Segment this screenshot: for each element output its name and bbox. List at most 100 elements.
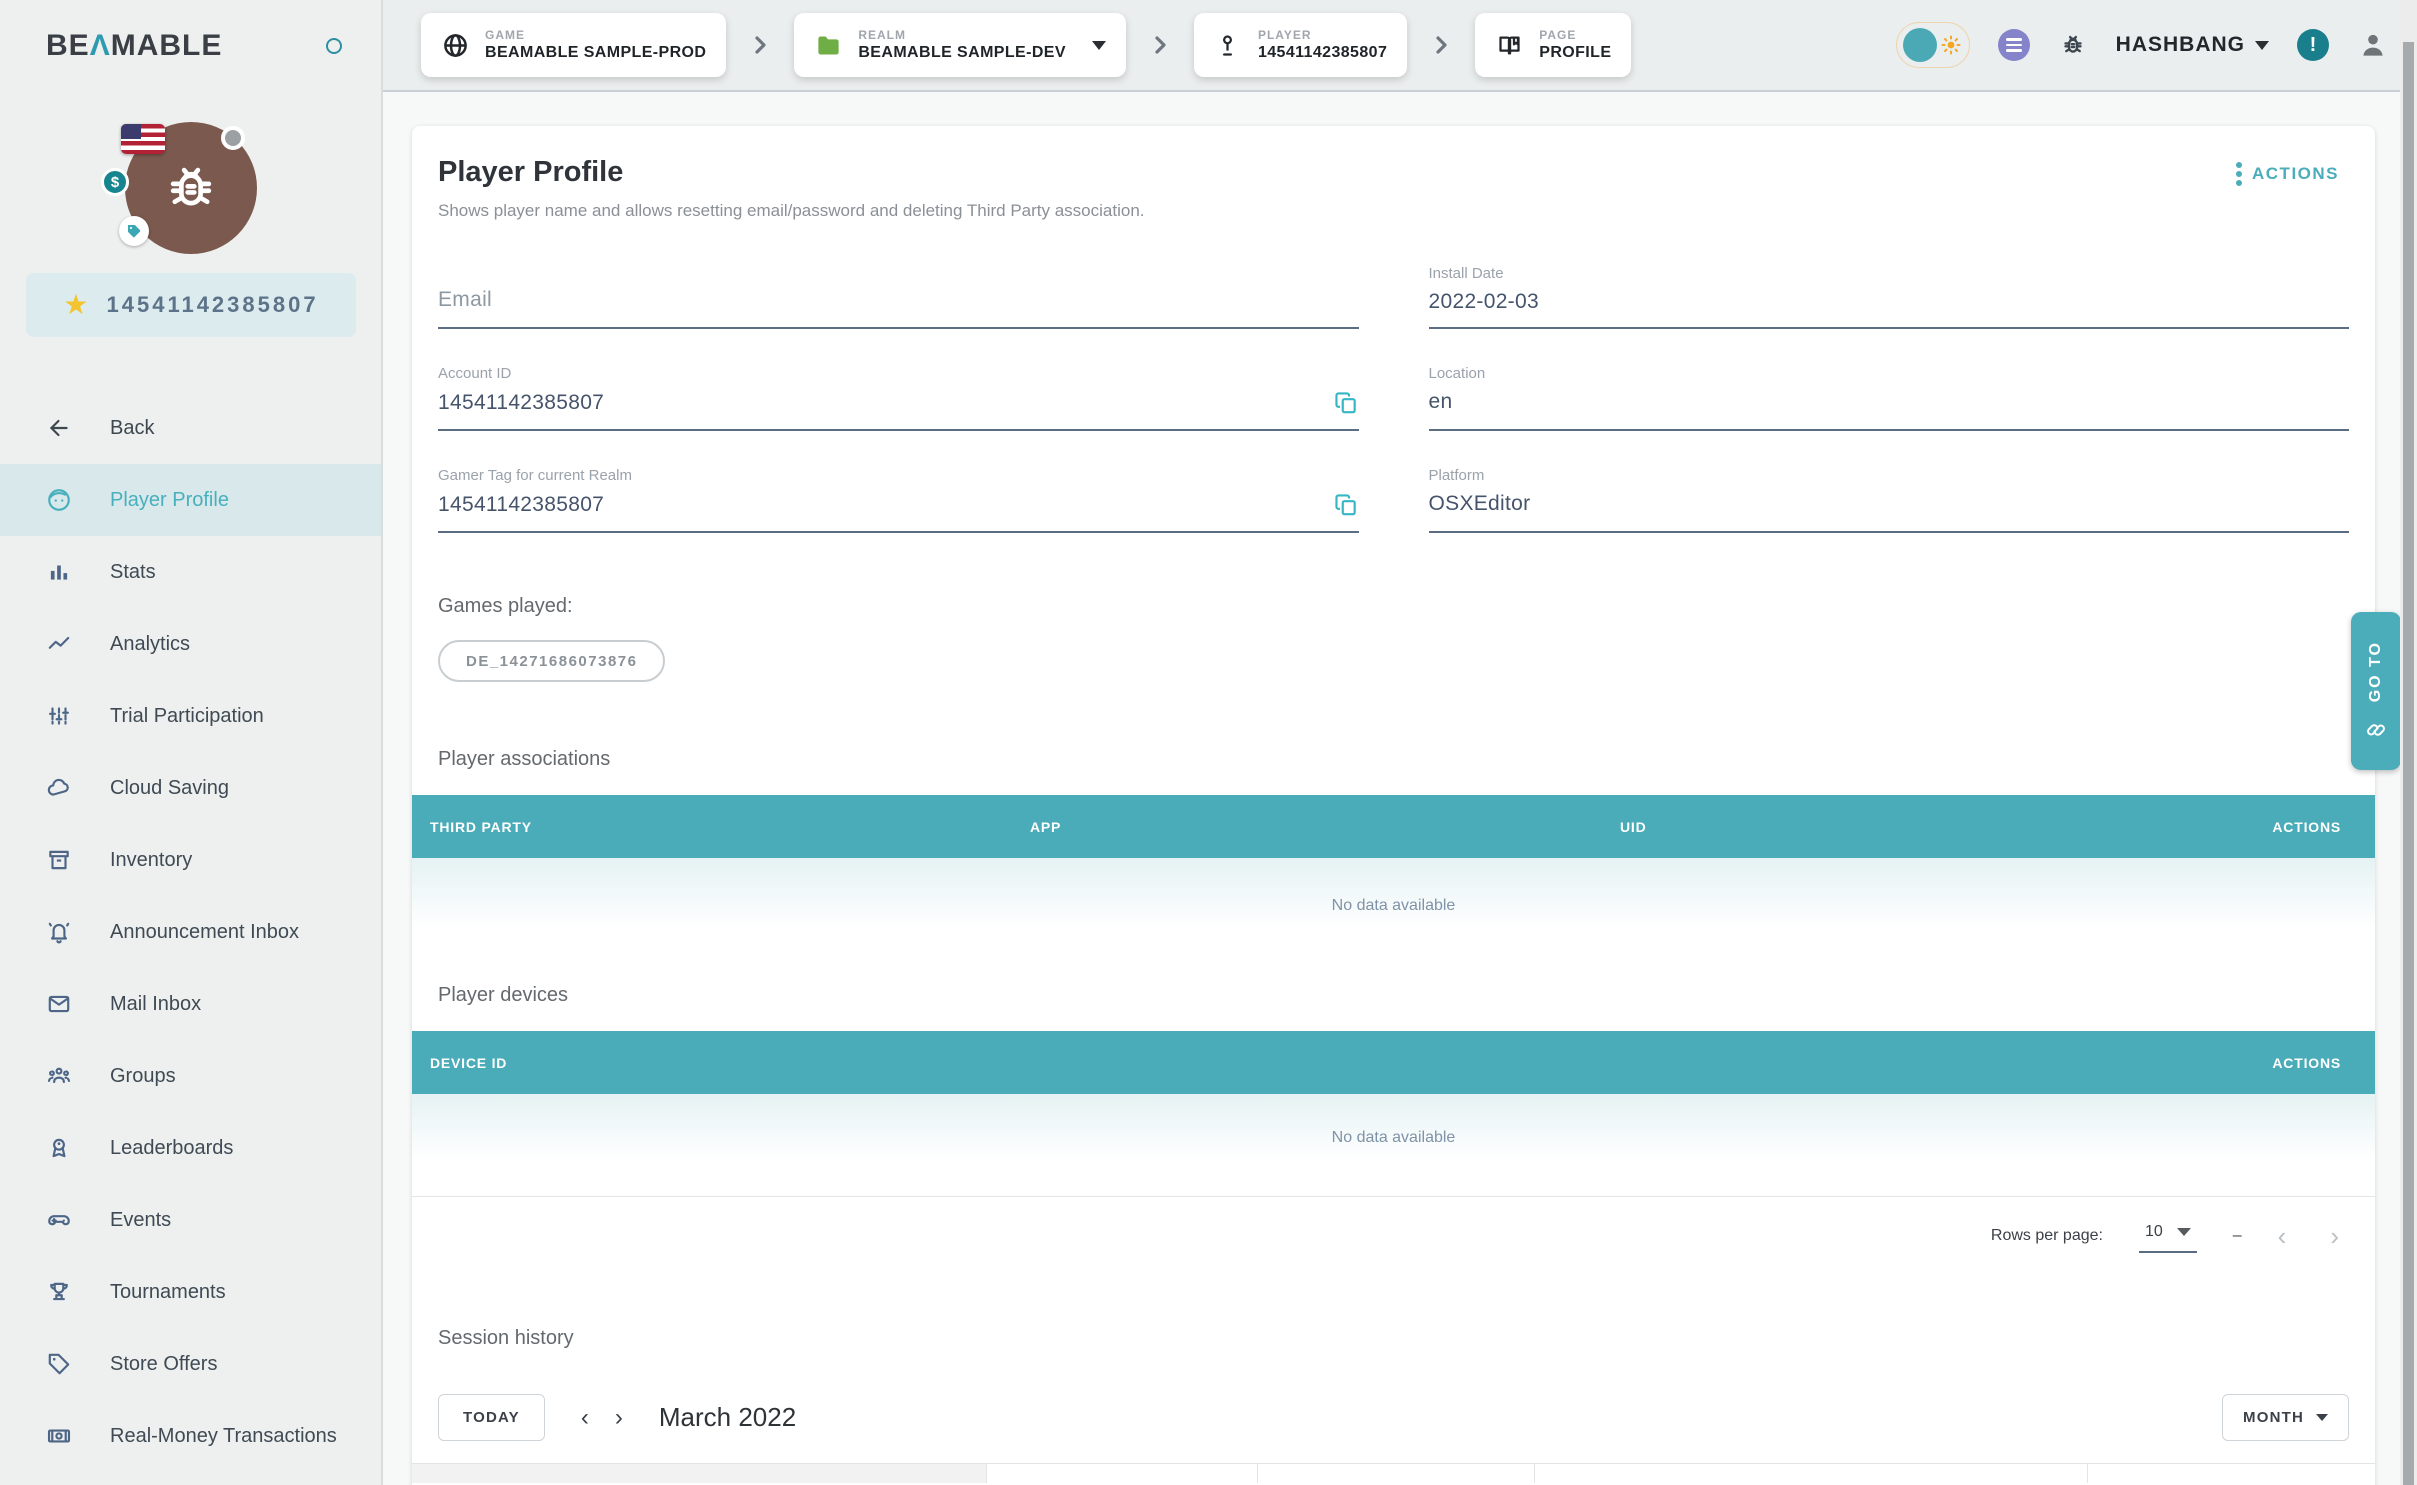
breadcrumb-player-chip[interactable]: PLAYER14541142385807	[1194, 13, 1407, 77]
sidebar-item-back[interactable]: Back	[0, 392, 381, 464]
sidebar-item-cloud-saving[interactable]: Cloud Saving	[0, 752, 381, 824]
calendar-prev-icon[interactable]: ‹	[581, 1404, 589, 1432]
account-id-field: Account ID 14541142385807	[438, 365, 1359, 431]
session-history-title: Session history	[438, 1327, 2349, 1350]
player-devices-title: Player devices	[438, 984, 2349, 1007]
page-title: Player Profile	[438, 156, 1145, 189]
previous-page-icon[interactable]: ‹	[2278, 1221, 2287, 1252]
sidebar-item-analytics[interactable]: Analytics	[0, 608, 381, 680]
sidebar-item-groups[interactable]: Groups	[0, 1040, 381, 1112]
bug-avatar-icon	[158, 155, 224, 221]
game-chip[interactable]: DE_14271686073876	[438, 640, 665, 682]
sidebar-item-label: Announcement Inbox	[110, 921, 299, 944]
sidebar-item-leaderboards[interactable]: Leaderboards	[0, 1112, 381, 1184]
sidebar-item-label: Stats	[110, 561, 156, 584]
player-id-badge[interactable]: ★ 14541142385807	[26, 273, 356, 337]
status-ring-icon	[326, 38, 342, 54]
player-associations-title: Player associations	[438, 748, 2349, 771]
location-field: Location en	[1429, 365, 2350, 431]
org-selector[interactable]: HASHBANG	[2116, 33, 2269, 57]
rows-per-page-label: Rows per page:	[1991, 1227, 2103, 1245]
actions-button[interactable]: ACTIONS	[2226, 156, 2349, 192]
calendar-grid-top	[412, 1463, 2375, 1483]
org-name: HASHBANG	[2116, 33, 2245, 57]
folder-icon	[814, 31, 842, 59]
today-button[interactable]: TODAY	[438, 1394, 545, 1441]
banknote-icon	[46, 1423, 72, 1449]
theme-toggle[interactable]	[1896, 22, 1970, 68]
calendar-view-select[interactable]: MONTH	[2222, 1394, 2349, 1441]
us-flag-badge	[121, 124, 165, 154]
breadcrumb: GAMEBEAMABLE SAMPLE-PROD REALMBEAMABLE S…	[421, 13, 1631, 77]
top-bar: GAMEBEAMABLE SAMPLE-PROD REALMBEAMABLE S…	[383, 0, 2417, 92]
person-icon	[1214, 31, 1242, 59]
sidebar-item-stats[interactable]: Stats	[0, 536, 381, 608]
bug-report-icon[interactable]	[2058, 30, 2088, 60]
sidebar-item-events[interactable]: Events	[0, 1184, 381, 1256]
crumb-value: BEAMABLE SAMPLE-DEV	[858, 44, 1066, 62]
calendar-cell	[2088, 1464, 2375, 1483]
bell-icon	[46, 919, 72, 945]
sidebar-item-store-offers[interactable]: Store Offers	[0, 1328, 381, 1400]
sidebar-item-inventory[interactable]: Inventory	[0, 824, 381, 896]
sidebar-item-tournaments[interactable]: Tournaments	[0, 1256, 381, 1328]
calendar-next-icon[interactable]: ›	[615, 1404, 623, 1432]
account-icon[interactable]	[2357, 29, 2389, 61]
link-icon	[2365, 719, 2387, 741]
sliders-icon	[46, 703, 72, 729]
view-select-label: MONTH	[2243, 1409, 2304, 1426]
sidebar-item-announcement-inbox[interactable]: Announcement Inbox	[0, 896, 381, 968]
sidebar-item-trial-participation[interactable]: Trial Participation	[0, 680, 381, 752]
scrollbar-thumb[interactable]	[2403, 42, 2414, 1485]
sidebar-item-label: Analytics	[110, 633, 190, 656]
associations-table-header: THIRD PARTY APP UID ACTIONS	[412, 795, 2375, 858]
sidebar-item-label: Trial Participation	[110, 705, 264, 728]
bar-chart-icon	[46, 559, 72, 585]
calendar-cell	[987, 1464, 1258, 1483]
chevron-right-icon	[1429, 33, 1453, 57]
field-value: OSXEditor	[1429, 492, 1531, 516]
sidebar-item-label: Leaderboards	[110, 1137, 233, 1160]
column-header: ACTIONS	[2254, 819, 2375, 835]
sidebar-item-label: Tournaments	[110, 1281, 226, 1304]
player-avatar-zone: $ ★ 14541142385807	[0, 92, 381, 352]
brand-logo: BEΛMABLE	[0, 0, 381, 92]
field-label: Install Date	[1429, 265, 2350, 282]
field-value: 14541142385807	[438, 391, 604, 415]
breadcrumb-page-chip[interactable]: PAGEPROFILE	[1475, 13, 1631, 77]
copy-icon[interactable]	[1333, 492, 1359, 518]
field-label: Account ID	[438, 365, 1359, 382]
sidebar-item-real-money-transactions[interactable]: Real-Money Transactions	[0, 1400, 381, 1472]
profile-form: Email Install Date 2022-02-03 Account ID…	[438, 265, 2349, 533]
sidebar-item-player-profile[interactable]: Player Profile	[0, 464, 381, 536]
crumb-value: BEAMABLE SAMPLE-PROD	[485, 44, 706, 62]
breadcrumb-game-chip[interactable]: GAMEBEAMABLE SAMPLE-PROD	[421, 13, 726, 77]
topbar-actions: HASHBANG !	[1896, 22, 2389, 68]
menu-circle-icon[interactable]	[1998, 29, 2030, 61]
sidebar-nav: Back Player Profile Stats Analytics Tria…	[0, 392, 381, 1472]
crumb-label: PLAYER	[1258, 28, 1387, 42]
email-field[interactable]: Email	[438, 265, 1359, 329]
crumb-value: PROFILE	[1539, 44, 1611, 62]
chevron-down-icon[interactable]	[1092, 41, 1106, 50]
alert-icon[interactable]: !	[2297, 29, 2329, 61]
trend-line-icon	[46, 631, 72, 657]
back-arrow-icon	[46, 415, 72, 441]
goto-label: GO TO	[2367, 641, 2385, 702]
scrollbar-track[interactable]	[2400, 0, 2417, 1485]
player-id-value: 14541142385807	[107, 292, 319, 318]
chevron-right-icon	[748, 33, 772, 57]
sidebar-item-label: Inventory	[110, 849, 192, 872]
next-page-icon[interactable]: ›	[2330, 1221, 2339, 1252]
rows-per-page-select[interactable]: 10	[2139, 1219, 2197, 1253]
tag-badge-icon	[119, 216, 149, 246]
goto-tab[interactable]: GO TO	[2351, 612, 2401, 770]
devices-table-header: DEVICE ID ACTIONS	[412, 1031, 2375, 1094]
calendar-cell	[1535, 1464, 2089, 1483]
column-header: ACTIONS	[2254, 1055, 2375, 1071]
sidebar-item-label: Mail Inbox	[110, 993, 201, 1016]
copy-icon[interactable]	[1333, 390, 1359, 416]
breadcrumb-realm-chip[interactable]: REALMBEAMABLE SAMPLE-DEV	[794, 13, 1126, 77]
calendar-cell	[1258, 1464, 1535, 1483]
sidebar-item-mail-inbox[interactable]: Mail Inbox	[0, 968, 381, 1040]
